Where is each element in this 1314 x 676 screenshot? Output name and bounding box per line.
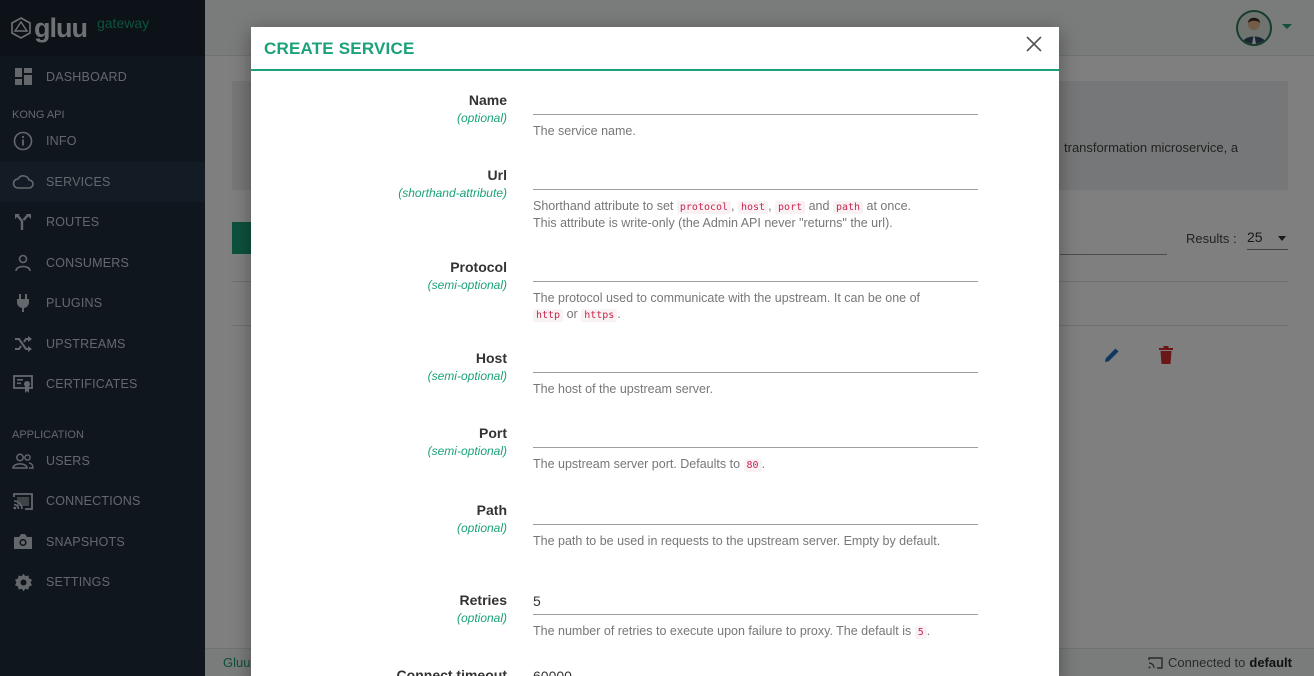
code-https: https <box>581 308 618 322</box>
modal-header: CREATE SERVICE <box>251 27 1059 71</box>
field-help: The service name. <box>533 124 636 138</box>
retries-input[interactable] <box>533 588 978 615</box>
help-text: and <box>808 199 830 213</box>
field-label: Retries <box>459 592 507 608</box>
host-input[interactable] <box>533 346 978 373</box>
field-help: Shorthand attribute to set protocol, hos… <box>533 199 912 230</box>
field-sublabel: (shorthand-attribute) <box>398 186 507 200</box>
name-input[interactable] <box>533 88 978 115</box>
help-text: or <box>566 306 578 321</box>
close-icon[interactable] <box>1025 35 1043 53</box>
field-help: The upstream server port. Defaults to 80… <box>533 457 766 472</box>
field-label: Url <box>487 167 507 183</box>
field-sublabel: (semi-optional) <box>427 444 507 458</box>
field-label: Port <box>479 425 507 441</box>
help-text: The upstream server port. Defaults to <box>533 457 741 471</box>
field-sublabel: (semi-optional) <box>427 369 507 383</box>
code-default-retries: 5 <box>914 626 927 639</box>
field-help: The path to be used in requests to the u… <box>533 534 941 548</box>
path-input[interactable] <box>533 498 978 525</box>
field-help: The protocol used to communicate with th… <box>533 291 921 322</box>
field-label: Path <box>476 502 507 518</box>
port-input[interactable] <box>533 421 978 448</box>
field-help: The number of retries to execute upon fa… <box>533 624 931 639</box>
field-help: The host of the upstream server. <box>533 382 713 396</box>
help-text: This attribute is write-only (the Admin … <box>533 215 893 230</box>
url-input[interactable] <box>533 163 978 190</box>
field-sublabel: (optional) <box>456 521 507 535</box>
code-http: http <box>533 308 564 322</box>
field-sublabel: (optional) <box>456 611 507 625</box>
code-default-port: 80 <box>743 459 762 472</box>
code-port: port <box>775 201 806 214</box>
help-text: The number of retries to execute upon fa… <box>533 624 912 638</box>
help-text: Shorthand attribute to set <box>533 199 674 213</box>
help-text: at once. <box>866 199 912 213</box>
code-protocol: protocol <box>676 201 732 214</box>
modal-title: CREATE SERVICE <box>264 39 415 58</box>
field-sublabel: (optional) <box>456 111 507 125</box>
protocol-input[interactable] <box>533 255 978 282</box>
code-host: host <box>737 201 769 214</box>
create-service-modal: CREATE SERVICE Name (optional) The servi… <box>251 27 1059 676</box>
help-text: The protocol used to communicate with th… <box>533 291 921 305</box>
field-label: Host <box>475 350 507 366</box>
code-path: path <box>832 201 864 214</box>
connect-timeout-input[interactable] <box>533 663 978 676</box>
field-label: Connect timeout <box>396 667 507 676</box>
field-label: Protocol <box>450 259 507 275</box>
field-sublabel: (semi-optional) <box>427 278 507 292</box>
field-label: Name <box>468 92 507 108</box>
